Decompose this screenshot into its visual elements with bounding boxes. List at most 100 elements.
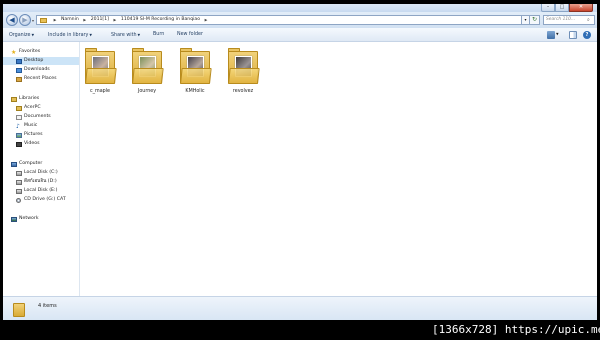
title-bar: – □ ✕: [3, 4, 597, 12]
file-list: c_maple Journey KMHolic revolvez: [80, 42, 597, 296]
nav-item-label: Pictures: [24, 132, 43, 137]
nav-item-cd-drive-g[interactable]: CD Drive (G:) CAT: [3, 196, 79, 204]
folder-name: KMHolic: [185, 89, 205, 94]
share-with-button[interactable]: Share with▼: [111, 32, 140, 39]
chevron-right-icon[interactable]: ▶: [83, 16, 86, 24]
nav-item-label: Downloads: [24, 67, 50, 72]
nav-favorites-label: Favorites: [19, 49, 41, 54]
folder-icon: [40, 17, 47, 23]
command-bar: Organize▼ Include in library▼ Share with…: [3, 28, 597, 42]
help-icon[interactable]: ?: [583, 31, 591, 39]
chevron-right-icon[interactable]: ▶: [205, 16, 208, 24]
nav-item-documents[interactable]: Documents: [3, 113, 79, 121]
nav-network-label: Network: [19, 216, 39, 221]
maximize-button[interactable]: □: [555, 4, 569, 12]
address-bar: ◀ ▶ ▾ ▶ Namnin ▶ 2011[1] ▶ 110419 SI-M R…: [3, 12, 597, 28]
organize-label: Organize: [9, 33, 31, 38]
downloads-icon: [16, 67, 22, 73]
hard-disk-icon: [16, 170, 22, 176]
nav-item-label: Local Disk (C:): [24, 170, 58, 175]
folder-item[interactable]: KMHolic: [175, 48, 215, 100]
nav-item-label: AcerPC: [24, 105, 41, 110]
pictures-icon: [16, 132, 22, 138]
nav-libraries[interactable]: Libraries: [3, 95, 79, 103]
chevron-down-icon: ▼: [89, 33, 92, 37]
folder-icon: [132, 48, 164, 86]
nav-computer[interactable]: Computer: [3, 160, 79, 168]
nav-item-acerpc[interactable]: AcerPC: [3, 104, 79, 112]
nav-item-pictures[interactable]: Pictures: [3, 131, 79, 139]
change-view-icon[interactable]: [547, 31, 555, 39]
include-in-library-label: Include in library: [48, 33, 89, 38]
folder-item[interactable]: revolvez: [223, 48, 263, 100]
folder-item[interactable]: c_maple: [80, 48, 120, 100]
chevron-down-icon: ▼: [31, 33, 35, 37]
nav-item-disk-d[interactable]: ดีสก์เอนจิน (D:): [3, 178, 79, 186]
nav-item-label: Videos: [24, 141, 40, 146]
navigation-pane: ★ Favorites Desktop Downloads Recent Pla…: [3, 42, 80, 296]
library-icon: [16, 105, 22, 111]
nav-item-label: Music: [24, 123, 38, 128]
nav-item-downloads[interactable]: Downloads: [3, 66, 79, 74]
libraries-icon: [11, 96, 17, 102]
preview-pane-icon[interactable]: [569, 31, 577, 39]
minimize-button[interactable]: –: [541, 4, 555, 12]
network-icon: [11, 216, 17, 222]
chevron-down-icon: ▼: [137, 33, 141, 37]
chevron-down-icon[interactable]: ▼: [556, 32, 559, 36]
documents-icon: [16, 114, 22, 120]
nav-favorites[interactable]: ★ Favorites: [3, 48, 79, 56]
nav-item-recent-places[interactable]: Recent Places: [3, 75, 79, 83]
nav-item-desktop[interactable]: Desktop: [3, 57, 79, 65]
chevron-right-icon[interactable]: ▶: [114, 16, 117, 24]
desktop-icon: [16, 58, 22, 64]
hard-disk-icon: [16, 179, 22, 185]
burn-button[interactable]: Burn: [153, 32, 164, 38]
forward-button[interactable]: ▶: [19, 14, 31, 26]
computer-icon: [11, 161, 17, 167]
new-folder-button[interactable]: New folder: [177, 32, 203, 38]
cd-drive-icon: [16, 197, 21, 203]
nav-item-videos[interactable]: Videos: [3, 140, 79, 148]
chevron-right-icon[interactable]: ▶: [54, 16, 57, 24]
nav-computer-label: Computer: [19, 161, 43, 166]
nav-network[interactable]: Network: [3, 215, 79, 223]
refresh-icon[interactable]: ↻: [530, 15, 540, 25]
back-button[interactable]: ◀: [6, 14, 18, 26]
explorer-window: – □ ✕ ◀ ▶ ▾ ▶ Namnin ▶ 2011[1] ▶ 110419 …: [3, 4, 597, 320]
close-button[interactable]: ✕: [569, 4, 593, 12]
folder-icon: [180, 48, 212, 86]
nav-item-music[interactable]: ♪ Music: [3, 122, 79, 130]
watermark-text: [1366x728] https://upic.me/: [432, 323, 600, 336]
search-icon[interactable]: ⌕: [587, 17, 590, 23]
videos-icon: [16, 141, 22, 147]
item-count: 4 items: [38, 303, 57, 309]
address-field[interactable]: ▶ Namnin ▶ 2011[1] ▶ 110419 SI-M Recordi…: [36, 15, 522, 25]
nav-item-local-disk-c[interactable]: Local Disk (C:): [3, 169, 79, 177]
nav-item-label: Local Disk (E:): [24, 188, 58, 193]
breadcrumb-item[interactable]: 110419 SI-M Recording in Banqiao: [121, 16, 200, 24]
nav-item-label: Recent Places: [24, 76, 57, 81]
folder-name: revolvez: [232, 89, 254, 94]
folder-name: Journey: [137, 89, 157, 94]
address-dropdown-chevron-icon[interactable]: ▾: [522, 15, 530, 25]
nav-item-label: CD Drive (G:) CAT: [24, 197, 66, 202]
folder-icon: [228, 48, 260, 86]
recent-pages-chevron-icon[interactable]: ▾: [32, 18, 34, 23]
folder-item[interactable]: Journey: [127, 48, 167, 100]
nav-item-local-disk-e[interactable]: Local Disk (E:): [3, 187, 79, 195]
include-in-library-button[interactable]: Include in library▼: [48, 32, 92, 39]
nav-libraries-label: Libraries: [19, 96, 40, 101]
nav-item-label: Desktop: [24, 58, 44, 63]
folder-icon: [85, 48, 117, 86]
breadcrumb-item[interactable]: Namnin: [61, 16, 79, 24]
folder-name: c_maple: [90, 89, 110, 94]
nav-item-label: ดีสก์เอนจิน (D:): [24, 179, 57, 184]
recent-places-icon: [16, 76, 22, 82]
star-icon: ★: [11, 48, 17, 56]
breadcrumb-item[interactable]: 2011[1]: [91, 16, 109, 24]
organize-button[interactable]: Organize▼: [9, 32, 34, 39]
details-pane: 4 items: [3, 296, 597, 320]
music-note-icon: ♪: [16, 122, 20, 130]
share-with-label: Share with: [111, 33, 137, 38]
